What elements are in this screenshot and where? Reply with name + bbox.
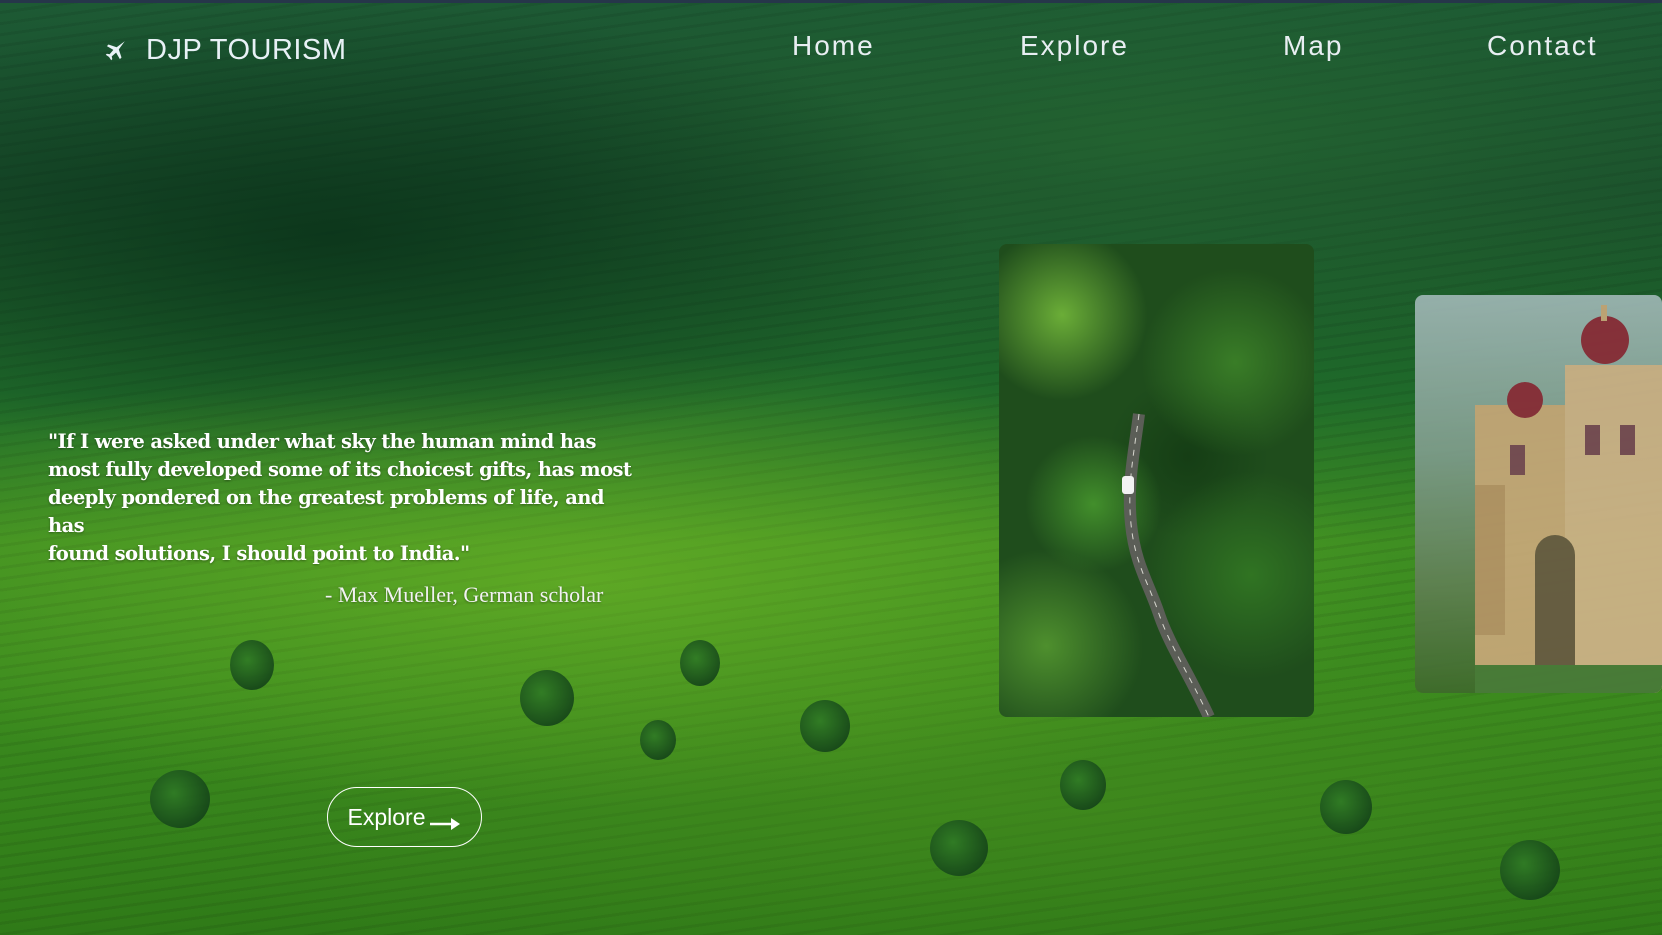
quote-line: most fully developed some of its choices… bbox=[48, 458, 632, 481]
tree-decoration bbox=[800, 700, 850, 752]
nav-contact[interactable]: Contact bbox=[1487, 30, 1598, 62]
main-nav: Home Explore Map Contact bbox=[0, 30, 1662, 70]
quote-line: found solutions, I should point to India… bbox=[48, 542, 470, 565]
quote-line: deeply pondered on the greatest problems… bbox=[48, 486, 604, 537]
arrow-right-icon bbox=[429, 810, 461, 830]
tree-decoration bbox=[520, 670, 574, 726]
nav-home[interactable]: Home bbox=[792, 30, 875, 62]
tree-decoration bbox=[640, 720, 676, 760]
forest-road-card[interactable] bbox=[999, 244, 1314, 717]
tree-decoration bbox=[230, 640, 274, 690]
top-border bbox=[0, 0, 1662, 3]
palace-card[interactable] bbox=[1415, 295, 1662, 693]
explore-button-label: Explore bbox=[347, 803, 426, 830]
tree-decoration bbox=[1060, 760, 1106, 810]
palace-image bbox=[1475, 305, 1662, 693]
quote-author: - Max Mueller, German scholar bbox=[325, 582, 604, 607]
nav-map[interactable]: Map bbox=[1283, 30, 1343, 62]
nav-explore[interactable]: Explore bbox=[1020, 30, 1129, 62]
tree-decoration bbox=[680, 640, 720, 686]
quote-line: "If I were asked under what sky the huma… bbox=[48, 430, 596, 453]
hero-quote: "If I were asked under what sky the huma… bbox=[48, 428, 638, 568]
explore-button[interactable]: Explore bbox=[327, 787, 482, 847]
tree-decoration bbox=[1500, 840, 1560, 900]
tree-decoration bbox=[1320, 780, 1372, 834]
tree-decoration bbox=[150, 770, 210, 828]
tree-decoration bbox=[930, 820, 988, 876]
forest-road-image bbox=[1122, 413, 1215, 717]
